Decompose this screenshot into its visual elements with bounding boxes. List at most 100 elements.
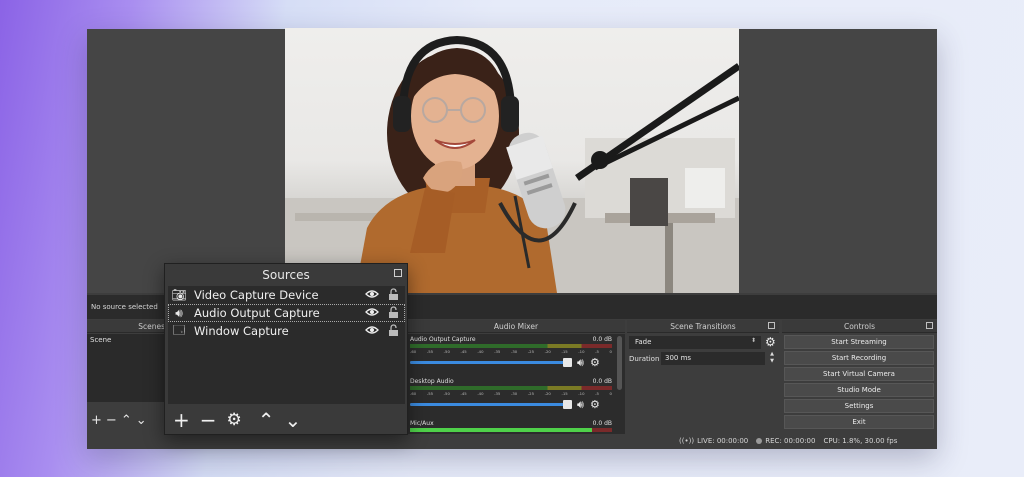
scenes-list: Scene	[87, 334, 167, 402]
controls-title: Controls	[782, 320, 937, 333]
lock-icon[interactable]	[388, 288, 399, 301]
meter-tick-label: -60	[410, 391, 417, 396]
volume-knob[interactable]	[563, 400, 572, 409]
rec-time: REC: 00:00:00	[765, 437, 816, 445]
meter-tick-label: -35	[494, 349, 501, 354]
lock-icon[interactable]	[388, 324, 399, 337]
chevron-down-icon[interactable]: ▼	[767, 358, 777, 365]
start-recording-button[interactable]: Start Recording	[784, 351, 934, 365]
channel-db: 0.0 dB	[592, 336, 612, 343]
sources-toolbar: + − ⚙ ⌃ ⌄	[173, 410, 301, 430]
move-down-icon[interactable]: ⌄	[285, 410, 302, 430]
audio-mixer-title: Audio Mixer	[407, 320, 625, 333]
eye-icon[interactable]	[365, 289, 379, 299]
exit-button[interactable]: Exit	[784, 415, 934, 429]
start-virtual-camera-button[interactable]: Start Virtual Camera	[784, 367, 934, 381]
speaker-icon: 🔊︎	[175, 305, 183, 320]
meter-tick-label: -30	[510, 349, 518, 354]
duration-input[interactable]: 300 ms	[661, 352, 765, 365]
meter-tick-label: -55	[426, 391, 434, 396]
meter-tick-label: -55	[426, 349, 434, 354]
list-item[interactable]: 🔊︎ Audio Output Capture	[168, 304, 405, 322]
meter-tick-label: -60	[410, 349, 417, 354]
camera-icon: 📷︎	[171, 288, 187, 302]
remove-source-icon[interactable]: −	[200, 410, 217, 430]
select-arrows-icon: ⬍	[750, 337, 756, 344]
meter-tick-label: -20	[544, 391, 551, 396]
audio-mixer: Audio Output Capture 0.0 dB -60 -55 -50 -45…	[407, 334, 625, 434]
volume-slider[interactable]	[410, 358, 572, 367]
move-down-icon[interactable]: ⌄	[136, 414, 147, 427]
lock-icon[interactable]	[388, 306, 399, 319]
status-bar: ((•)) LIVE: 00:00:00 REC: 00:00:00 CPU: 1…	[679, 435, 897, 447]
list-item[interactable]: 🗔︎ Window Capture	[168, 322, 405, 340]
start-streaming-button[interactable]: Start Streaming	[784, 335, 934, 349]
volume-knob[interactable]	[563, 358, 572, 367]
settings-button[interactable]: Settings	[784, 399, 934, 413]
gear-icon[interactable]: ⚙	[590, 398, 600, 412]
meter-tick-label: -45	[460, 391, 467, 396]
source-label: Video Capture Device	[194, 288, 319, 302]
meter-tick-label: -25	[527, 349, 534, 354]
source-label: Audio Output Capture	[194, 306, 320, 320]
float-dock-icon[interactable]	[926, 322, 933, 329]
source-label: Window Capture	[194, 324, 289, 338]
remove-scene-icon[interactable]: −	[106, 414, 117, 427]
scene-transitions: Fade ⬍ ⚙ Duration 300 ms ▲ ▼	[627, 334, 779, 434]
channel-name: Mic/Aux	[410, 420, 434, 427]
add-source-icon[interactable]: +	[173, 410, 190, 430]
channel-db: 0.0 dB	[592, 420, 612, 427]
transition-select[interactable]: Fade ⬍	[629, 336, 761, 349]
volume-meter	[410, 344, 612, 348]
meter-tick-label: -10	[578, 391, 585, 396]
meter-tick-label: -45	[460, 349, 467, 354]
list-item[interactable]: 📷︎ Video Capture Device	[168, 286, 405, 304]
meter-tick-label: 0	[609, 349, 612, 354]
meter-tick-label: -10	[578, 349, 585, 354]
duration-stepper[interactable]: ▲ ▼	[767, 351, 777, 365]
gear-icon[interactable]: ⚙	[227, 411, 242, 429]
duration-label: Duration	[629, 355, 660, 363]
volume-meter	[410, 428, 612, 432]
chevron-up-icon[interactable]: ▲	[767, 351, 777, 358]
preview-image	[285, 28, 739, 293]
speaker-icon[interactable]: 🔊︎	[577, 356, 584, 370]
scenes-toolbar: + − ⌃ ⌄	[87, 409, 167, 431]
eye-icon[interactable]	[365, 307, 379, 317]
meter-tick-label: -15	[561, 391, 568, 396]
volume-slider[interactable]	[410, 400, 572, 409]
scene-transitions-title-text: Scene Transitions	[670, 322, 736, 331]
scene-transitions-title: Scene Transitions	[627, 320, 779, 333]
meter-tick-label: -30	[510, 391, 518, 396]
move-up-icon[interactable]: ⌃	[121, 414, 132, 427]
meter-ticks: -60 -55 -50 -45 -40 -35 -30 -25 -20 -15 -10 -5 0	[410, 391, 612, 396]
channel-icons: 🔊︎ ⚙	[577, 398, 600, 412]
scene-item[interactable]: Scene	[87, 334, 167, 346]
mixer-channel: Mic/Aux 0.0 dB	[410, 420, 612, 434]
meter-tick-label: -40	[477, 391, 484, 396]
sources-list: 📷︎ Video Capture Device 🔊︎ Audio Output …	[168, 286, 405, 404]
meter-tick-label: -15	[561, 349, 568, 354]
eye-icon[interactable]	[365, 325, 379, 335]
float-dock-icon[interactable]	[394, 269, 402, 277]
rec-indicator: REC: 00:00:00	[756, 437, 815, 445]
scenes-title: Scenes	[87, 320, 167, 333]
move-up-icon[interactable]: ⌃	[258, 410, 275, 430]
mixer-scrollbar[interactable]	[617, 336, 622, 390]
gear-icon[interactable]: ⚙	[765, 335, 776, 349]
add-scene-icon[interactable]: +	[91, 414, 102, 427]
controls-panel: Start Streaming Start Recording Start Vi…	[784, 335, 934, 431]
no-source-label: No source selected	[91, 303, 158, 311]
meter-tick-label: -5	[595, 391, 599, 396]
meter-level	[410, 428, 592, 432]
speaker-icon[interactable]: 🔊︎	[577, 398, 584, 412]
float-dock-icon[interactable]	[768, 322, 775, 329]
channel-name: Audio Output Capture	[410, 336, 476, 343]
studio-mode-button[interactable]: Studio Mode	[784, 383, 934, 397]
cpu-status: CPU: 1.8%, 30.00 fps	[823, 437, 898, 445]
sources-title-text: Sources	[262, 268, 310, 282]
meter-tick-label: -50	[443, 391, 450, 396]
sources-title: Sources	[165, 264, 407, 285]
gear-icon[interactable]: ⚙	[590, 356, 600, 370]
mixer-channel: Desktop Audio 0.0 dB -60 -55 -50 -45 -40 -35-…	[410, 378, 612, 418]
